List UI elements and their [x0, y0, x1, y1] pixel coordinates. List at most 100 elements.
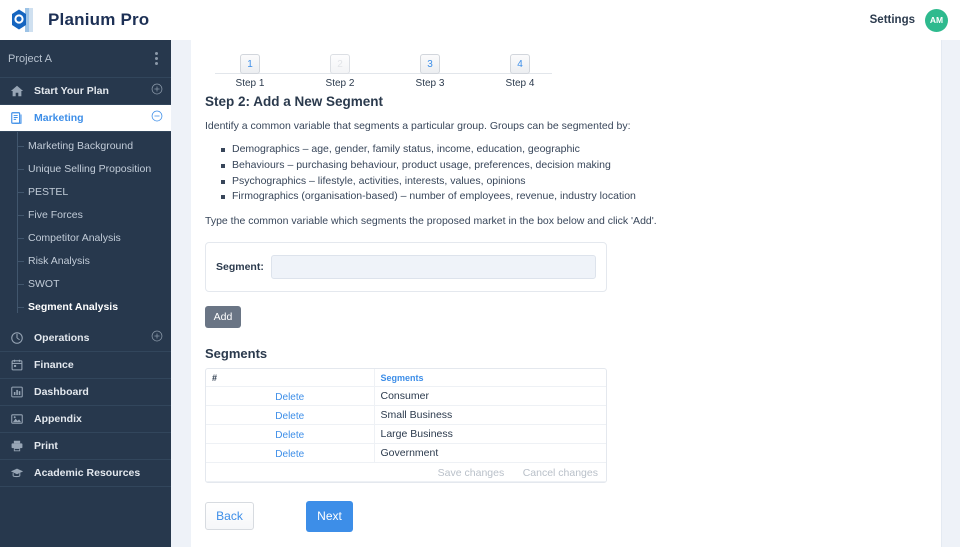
- cancel-changes-button[interactable]: Cancel changes: [523, 467, 598, 479]
- back-button[interactable]: Back: [205, 502, 254, 531]
- step-4[interactable]: 4 Step 4: [475, 54, 565, 94]
- sidebar-subitem-segment-analysis[interactable]: Segment Analysis: [0, 295, 171, 318]
- project-selector[interactable]: Project A: [0, 40, 171, 78]
- delete-link[interactable]: Delete: [275, 449, 304, 460]
- project-name: Project A: [8, 52, 53, 65]
- table-footer-actions: Save changes Cancel changes: [206, 462, 606, 482]
- delete-cell: Delete: [206, 386, 374, 406]
- delete-cell: Delete: [206, 424, 374, 444]
- sidebar-item-dashboard[interactable]: Dashboard: [0, 379, 171, 406]
- sidebar-subitem-swot[interactable]: SWOT: [0, 272, 171, 295]
- instruction-text: Type the common variable which segments …: [205, 215, 657, 228]
- segment-name-cell: Consumer: [373, 386, 606, 406]
- sidebar-item-label: Dashboard: [34, 386, 89, 398]
- sidebar-subitem-label: PESTEL: [28, 185, 69, 198]
- step-progress-indicator: 1 Step 1 2 Step 2 3 Step 3 4 Step 4: [205, 54, 927, 94]
- plus-icon[interactable]: [151, 82, 163, 100]
- table-head: # Segments: [206, 369, 606, 387]
- table-header-row: # Segments: [206, 369, 606, 387]
- kebab-menu-icon[interactable]: [152, 49, 161, 68]
- step-3[interactable]: 3 Step 3: [385, 54, 475, 94]
- avatar[interactable]: AM: [925, 8, 948, 32]
- sidebar-item-label: Appendix: [34, 413, 82, 425]
- sidebar-item-operations[interactable]: Operations: [0, 325, 171, 352]
- sidebar-subitem-label: Risk Analysis: [28, 254, 90, 267]
- sidebar-subitem-marketing-background[interactable]: Marketing Background: [0, 134, 171, 157]
- sidebar-subitem-pestel[interactable]: PESTEL: [0, 180, 171, 203]
- main-content-card: 1 Step 1 2 Step 2 3 Step 3 4 Step 4 Step…: [191, 40, 941, 547]
- submenu-spacer: [0, 318, 171, 322]
- sidebar-subitem-label: Segment Analysis: [28, 300, 119, 313]
- list-item: Firmographics (organisation-based) – num…: [221, 189, 927, 205]
- image-icon: [9, 411, 25, 427]
- document-icon: [9, 110, 25, 126]
- list-item: Psychographics – lifestyle, activities, …: [221, 174, 927, 190]
- plus-icon[interactable]: [151, 329, 163, 347]
- segmentation-criteria-list: Demographics – age, gender, family statu…: [221, 142, 927, 205]
- step-label: Step 1: [235, 78, 265, 89]
- table-row: Delete Consumer: [206, 386, 606, 406]
- wizard-navigation: Back Next: [205, 500, 927, 532]
- delete-link[interactable]: Delete: [275, 392, 304, 403]
- sidebar-item-label: Academic Resources: [34, 467, 141, 479]
- sidebar-subitem-risk-analysis[interactable]: Risk Analysis: [0, 249, 171, 272]
- sidebar-subitem-five-forces[interactable]: Five Forces: [0, 203, 171, 226]
- segment-field-row: Segment:: [216, 255, 596, 280]
- delete-link[interactable]: Delete: [275, 430, 304, 441]
- sidebar-subitem-competitor-analysis[interactable]: Competitor Analysis: [0, 226, 171, 249]
- calendar-icon: [9, 357, 25, 373]
- segments-heading: Segments: [205, 346, 268, 362]
- list-item: Behaviours – purchasing behaviour, produ…: [221, 158, 927, 174]
- sidebar-item-marketing[interactable]: Marketing: [0, 105, 171, 132]
- step-label: Step 3: [415, 78, 445, 89]
- sidebar-item-appendix[interactable]: Appendix: [0, 406, 171, 433]
- intro-text: Identify a common variable that segments…: [205, 120, 631, 132]
- sidebar-subitem-label: Competitor Analysis: [28, 231, 121, 244]
- sidebar-subitem-label: Unique Selling Proposition: [28, 162, 152, 175]
- delete-link[interactable]: Delete: [275, 411, 304, 422]
- add-button[interactable]: Add: [205, 306, 241, 329]
- sidebar-subitem-label: Five Forces: [28, 208, 83, 221]
- sidebar-item-print[interactable]: Print: [0, 433, 171, 460]
- segment-input[interactable]: [271, 255, 596, 280]
- table-row: Delete Government: [206, 443, 606, 463]
- delete-cell: Delete: [206, 405, 374, 425]
- segment-field-label: Segment:: [216, 261, 264, 274]
- top-header-bar: Planium Pro Settings AM: [0, 0, 960, 40]
- sidebar-subitem-unique-selling-proposition[interactable]: Unique Selling Proposition: [0, 157, 171, 180]
- marketing-submenu: Marketing Background Unique Selling Prop…: [0, 132, 171, 325]
- sidebar-item-label: Operations: [34, 332, 90, 344]
- delete-cell: Delete: [206, 443, 374, 463]
- sidebar-item-finance[interactable]: Finance: [0, 352, 171, 379]
- save-changes-button[interactable]: Save changes: [438, 467, 505, 479]
- printer-icon: [9, 438, 25, 454]
- table-body: Delete Consumer Delete Small Business De…: [206, 386, 606, 482]
- column-header-segments: Segments: [373, 369, 606, 387]
- segments-table-container: # Segments Delete Consumer Delete Small …: [205, 368, 607, 483]
- sidebar-item-label: Print: [34, 440, 58, 452]
- minus-icon[interactable]: [151, 109, 163, 127]
- step-1[interactable]: 1 Step 1: [205, 54, 295, 94]
- segment-name-cell: Small Business: [373, 405, 606, 425]
- step-number: 4: [510, 54, 530, 74]
- settings-link[interactable]: Settings: [870, 14, 915, 26]
- table-footer-row: Save changes Cancel changes: [206, 462, 606, 482]
- step-label: Step 4: [505, 78, 535, 89]
- sidebar-item-label: Start Your Plan: [34, 85, 109, 97]
- step-list: 1 Step 1 2 Step 2 3 Step 3 4 Step 4: [205, 54, 927, 94]
- sidebar-item-academic-resources[interactable]: Academic Resources: [0, 460, 171, 487]
- segment-input-panel: Segment:: [205, 242, 607, 293]
- step-content: Step 2: Add a New Segment Identify a com…: [191, 94, 941, 229]
- content-gutter: [171, 40, 191, 547]
- brand-name: Planium Pro: [48, 10, 150, 29]
- step-label: Step 2: [325, 78, 355, 89]
- next-button[interactable]: Next: [306, 500, 353, 532]
- segments-table: # Segments Delete Consumer Delete Small …: [206, 369, 606, 482]
- brand-logo[interactable]: Planium Pro: [0, 5, 149, 35]
- list-item: Demographics – age, gender, family statu…: [221, 142, 927, 158]
- graduation-cap-icon: [9, 465, 25, 481]
- step-2[interactable]: 2 Step 2: [295, 54, 385, 94]
- sidebar-item-start-your-plan[interactable]: Start Your Plan: [0, 78, 171, 105]
- sidebar: Project A Start Your Plan Marketing Mark…: [0, 40, 171, 547]
- column-header-hash: #: [206, 369, 374, 387]
